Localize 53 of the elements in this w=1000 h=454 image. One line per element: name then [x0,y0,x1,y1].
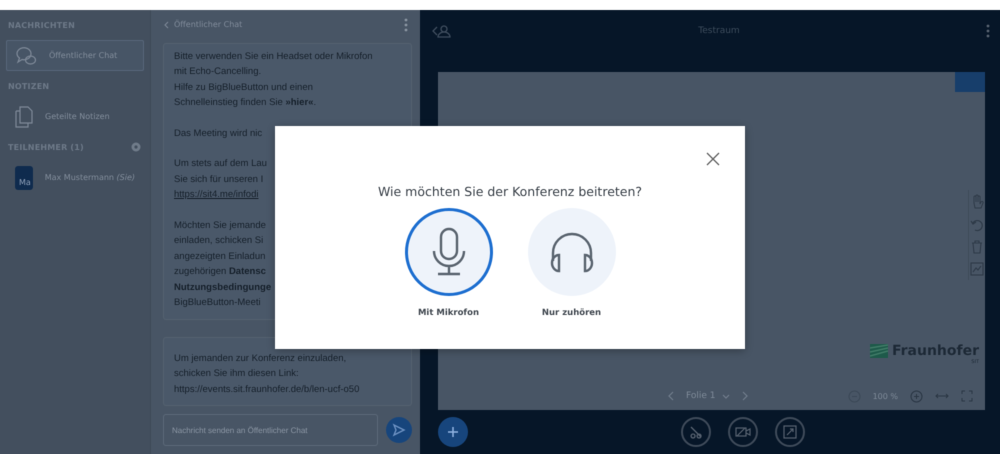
user-avatar: Ma [15,166,33,190]
fit-width-icon[interactable] [935,392,949,400]
audio-button[interactable] [681,417,711,447]
audio-option-button[interactable]: Nur zuhören [528,208,616,318]
message-line: Hilfe zu BigBlueButton und einen [174,80,314,95]
message-line: Um jemanden zur Konferenz einzuladen, [174,352,348,366]
settings-icon[interactable] [131,142,141,152]
zoom-in-icon[interactable] [910,390,923,402]
more-options-icon[interactable] [986,24,990,38]
trash-icon[interactable] [971,240,983,254]
message-line: Möchten Sie jemande [174,218,267,233]
plus-icon [447,426,459,438]
sidebar-item[interactable]: Geteilte Notizen [6,101,144,132]
fullscreen-icon[interactable] [961,390,973,402]
chat-bubbles-icon [15,46,37,66]
close-icon[interactable] [706,152,720,166]
camera-button[interactable] [728,417,758,447]
message-input[interactable]: Nachricht senden an Öffentlicher Chat [163,414,378,446]
undo-icon[interactable] [970,218,984,232]
message-line: Um stets auf dem Lau [174,157,268,172]
send-icon [392,423,406,438]
message-line: Nutzungsbedingunge [174,280,272,295]
logo-icon [870,344,888,358]
message-line: Sie sich für unseren I [174,172,264,187]
message-line: Schnelleinstieg finden Sie »hier«. [174,96,318,110]
message-line: Bitte verwenden Sie ein Headset oder Mikrofon [174,50,374,64]
audio-option-button[interactable]: Mit Mikrofon [404,208,492,318]
back-chevron-icon [163,20,169,29]
screen-share-icon [783,425,797,439]
message-line: einladen, schicken Si [174,234,264,248]
message-line: mit Echo-Cancelling. [174,65,262,80]
chart-icon[interactable] [970,262,984,276]
add-button[interactable] [438,417,468,447]
minimize-button[interactable] [955,72,985,92]
documents-icon [15,106,33,128]
next-slide-icon[interactable] [742,391,748,401]
dialog-title: Wie möchten Sie der Konferenz beitreten? [378,184,642,199]
message-line: zugehörigen Datensc [174,265,267,280]
message-line: Das Meeting wird nic [174,126,264,141]
message-line: BigBlueButton-Meeti [174,296,262,310]
dropdown-caret-icon [722,394,730,398]
message-line: angezeigten Einladun [174,250,266,264]
microphone-icon [430,227,466,277]
user-toggle-icon[interactable] [432,24,452,38]
send-button[interactable] [386,417,412,444]
screen-share-button[interactable] [775,417,805,447]
more-options-icon[interactable] [404,18,408,32]
previous-slide-icon[interactable] [668,391,674,401]
sidebar-item[interactable]: Öffentlicher Chat [6,40,144,71]
message-line: schicken Sie ihm diesen Link: [174,367,300,382]
sidebar-item[interactable]: Ma Max Mustermann (Sie) [6,162,144,193]
message-line: https://events.sit.fraunhofer.de/b/len-ucf-o50 [174,382,360,397]
camera-off-icon [735,426,751,438]
